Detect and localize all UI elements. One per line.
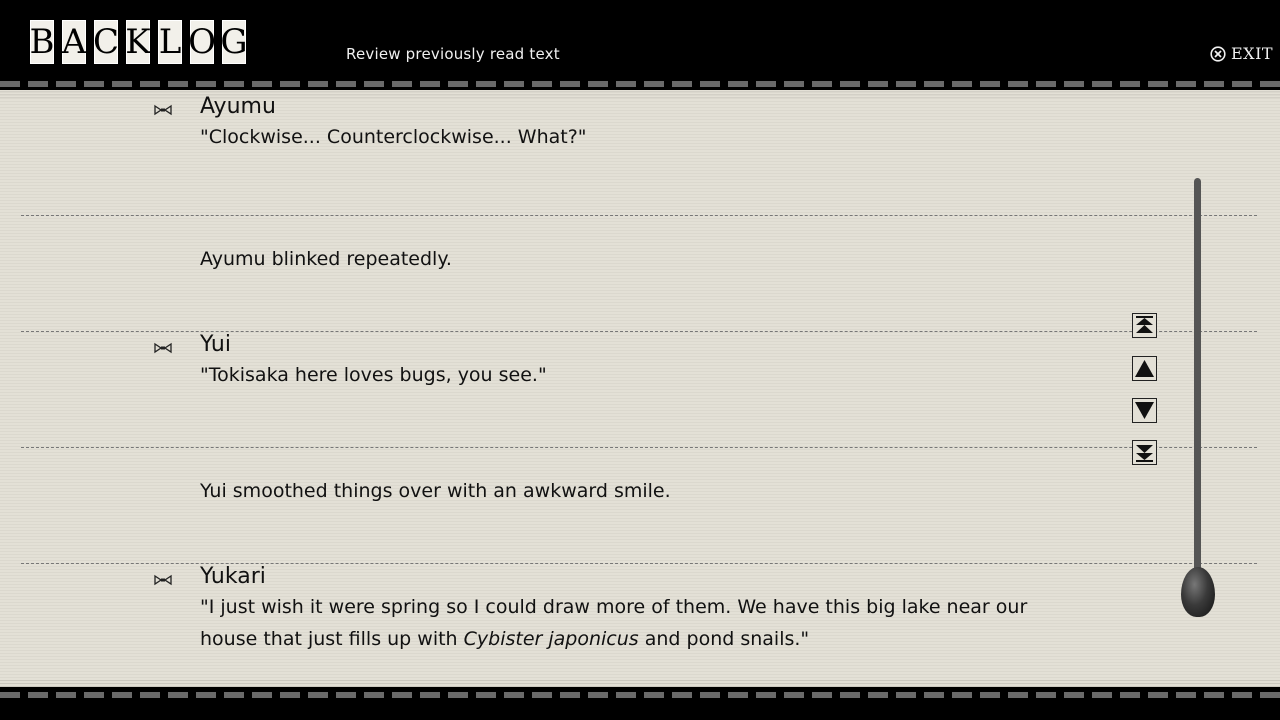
- scroll-up-button[interactable]: [1132, 356, 1157, 381]
- entry-divider: [21, 447, 1257, 448]
- dialogue-line: "Tokisaka here loves bugs, you see.": [200, 364, 547, 386]
- scroll-top-button[interactable]: [1132, 313, 1157, 338]
- scroll-track[interactable]: [1194, 178, 1201, 598]
- voice-replay-icon[interactable]: [154, 574, 172, 586]
- backlog-logo: B A C K L O G: [29, 20, 248, 64]
- dialogue-italic-text: Cybister japonicus: [463, 628, 639, 650]
- scroll-bottom-button[interactable]: [1132, 440, 1157, 465]
- down-arrow-icon: [1135, 402, 1154, 419]
- circle-x-icon: [1210, 45, 1226, 62]
- logo-letter: G: [220, 20, 248, 64]
- exit-button[interactable]: EXIT: [1210, 44, 1273, 63]
- logo-letter: C: [93, 20, 120, 64]
- logo-letter: K: [125, 20, 151, 64]
- header-bar: B A C K L O G Review previously read tex…: [0, 0, 1280, 82]
- logo-letter: O: [188, 20, 216, 64]
- exit-label: EXIT: [1231, 44, 1274, 63]
- page-subtitle: Review previously read text: [346, 45, 560, 63]
- dialogue-line: "Clockwise... Counterclockwise... What?": [200, 126, 587, 148]
- film-rail-bottom: [0, 692, 1280, 698]
- double-down-arrow-icon: [1136, 445, 1153, 462]
- voice-replay-icon[interactable]: [154, 104, 172, 116]
- narration-line: Ayumu blinked repeatedly.: [200, 248, 452, 270]
- speaker-name: Ayumu: [200, 94, 276, 119]
- speaker-name: Yukari: [200, 564, 266, 589]
- film-rail-top: [0, 81, 1280, 87]
- voice-replay-icon[interactable]: [154, 342, 172, 354]
- narration-line: Yui smoothed things over with an awkward…: [200, 480, 671, 502]
- scroll-thumb[interactable]: [1181, 567, 1215, 617]
- backlog-panel: Ayumu "Clockwise... Counterclockwise... …: [0, 90, 1280, 687]
- up-arrow-icon: [1135, 360, 1154, 377]
- logo-letter: B: [29, 20, 55, 64]
- scroll-down-button[interactable]: [1132, 398, 1157, 423]
- speaker-name: Yui: [200, 332, 231, 357]
- dialogue-text: and pond snails.": [638, 628, 810, 650]
- logo-letter: A: [61, 20, 87, 64]
- entry-divider: [21, 215, 1257, 216]
- dialogue-line: "I just wish it were spring so I could d…: [200, 591, 1070, 655]
- logo-letter: L: [158, 20, 182, 64]
- double-up-arrow-icon: [1136, 316, 1153, 333]
